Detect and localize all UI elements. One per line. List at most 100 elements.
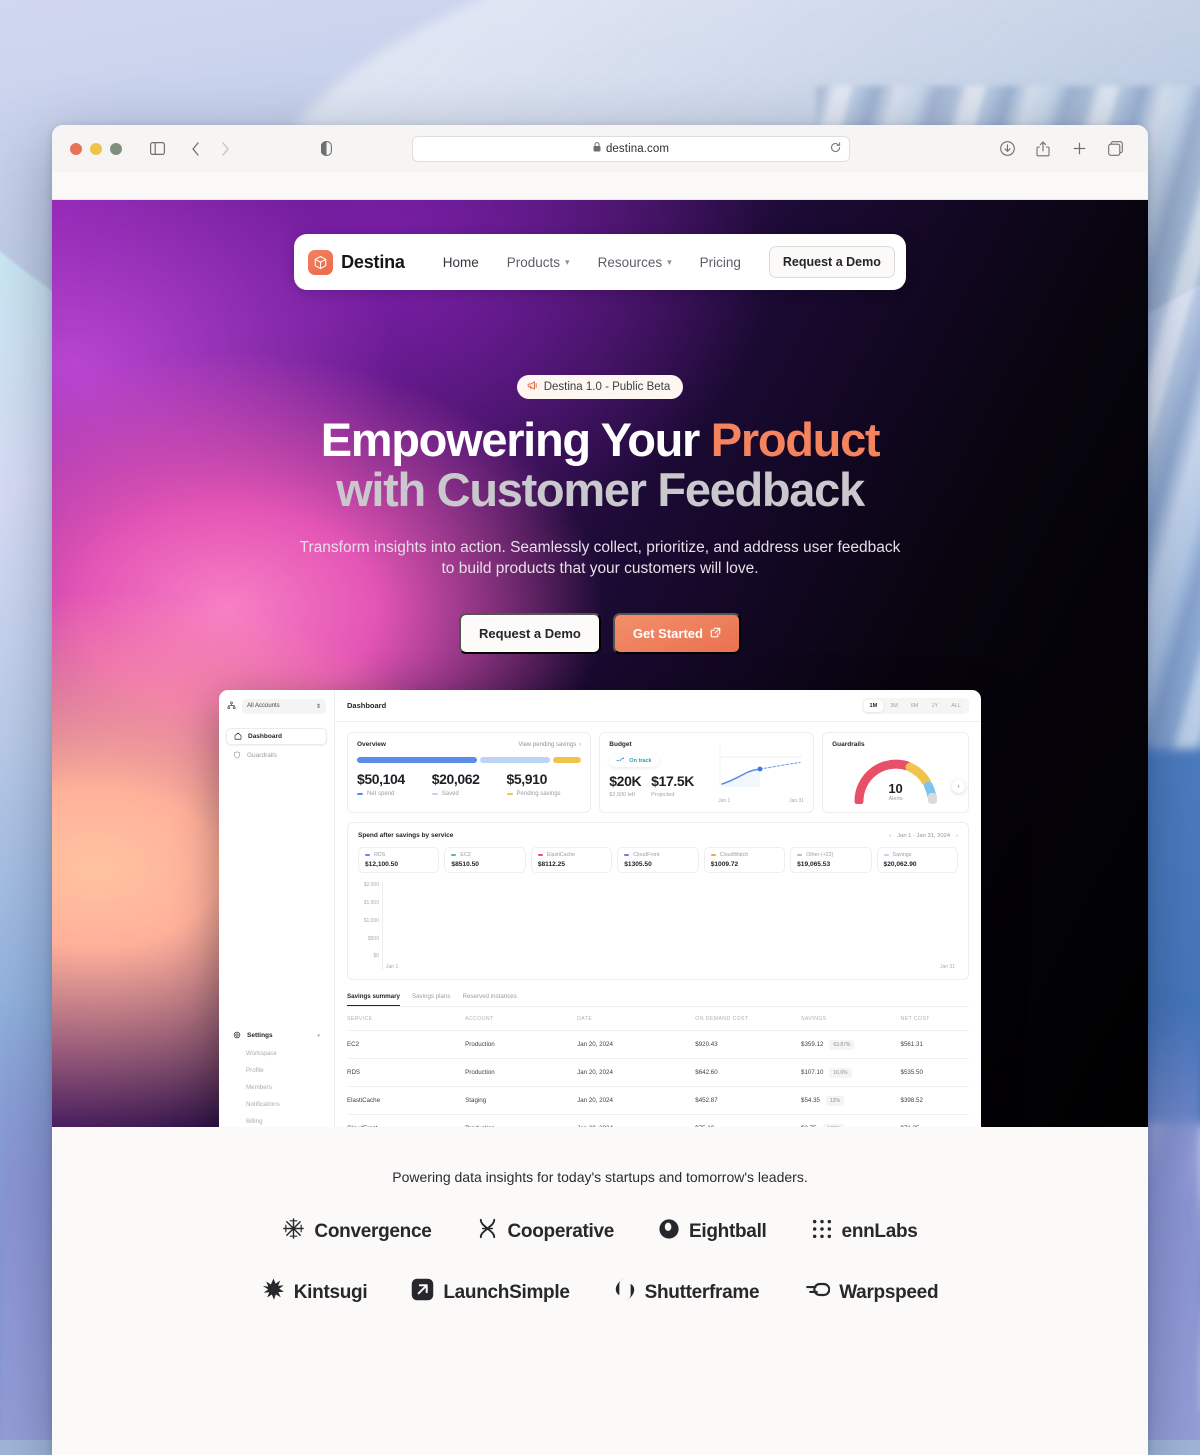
close-window-button[interactable]	[70, 142, 82, 155]
logo-kintsugi[interactable]: Kintsugi	[262, 1278, 368, 1307]
guardrails-value-block: 10 Alerts	[888, 781, 902, 804]
nav-request-demo-button[interactable]: Request a Demo	[768, 246, 895, 278]
nav-link-home-label: Home	[442, 254, 479, 270]
nav-link-home[interactable]: Home	[429, 255, 493, 270]
minimize-window-button[interactable]	[90, 142, 102, 155]
legend-swatch-other	[797, 854, 803, 857]
dashboard-topbar: Dashboard 1M 3M 6M 1Y ALL	[335, 690, 981, 723]
tab-overview-icon[interactable]	[1100, 135, 1130, 163]
cell-savings: $107.10 16.6%	[801, 1058, 901, 1087]
guardrails-next-button[interactable]: ›	[952, 780, 965, 794]
range-3m[interactable]: 3M	[884, 700, 904, 712]
budget-x-end: Jan 31	[789, 798, 805, 805]
table-row[interactable]: CloudFrontProductionJan 20, 2024$75.10$3…	[347, 1114, 969, 1127]
logo-row-2: Kintsugi LaunchSimple Shutterframe Warps…	[52, 1278, 1148, 1307]
chevron-right-icon[interactable]: ›	[956, 833, 958, 839]
table-row[interactable]: EC2 Production Jan 20, 2024 $920.43 $359.12 6…	[347, 1030, 969, 1059]
logo-ennlabs[interactable]: ennLabs	[811, 1218, 918, 1246]
window-controls[interactable]	[70, 142, 122, 155]
legend-chip-elasticache[interactable]: ElastiCache $8112.25	[530, 847, 613, 874]
sidebar-item-guardrails[interactable]: Guardrails	[226, 747, 327, 764]
logo-eightball[interactable]: Eightball	[658, 1218, 767, 1246]
legend-chip-savings[interactable]: Savings $20,062.90	[876, 847, 958, 874]
cell-on-demand-cost: $75.10	[695, 1114, 802, 1127]
reader-view-icon[interactable]	[311, 135, 341, 163]
view-pending-savings-link[interactable]: View pending savings ›	[518, 742, 581, 748]
sidebar-item-settings[interactable]: Settings ▾	[226, 1027, 327, 1044]
legend-chip-ec2[interactable]: EC2 $8510.50	[444, 847, 526, 874]
nav-link-pricing-label: Pricing	[699, 254, 741, 270]
time-range-selector[interactable]: 1M 3M 6M 1Y ALL	[861, 697, 969, 714]
legend-chip-other[interactable]: Other (+22) $19,065.53	[790, 847, 872, 874]
range-1m[interactable]: 1M	[863, 699, 884, 712]
sidebar-subitem-workspace[interactable]: Workspace	[226, 1045, 327, 1061]
nav-links: Home Products ▾ Resources ▾ Pricing	[429, 255, 755, 270]
nav-link-resources[interactable]: Resources ▾	[584, 255, 686, 270]
tab-savings-plans[interactable]: Savings plans	[412, 993, 451, 1006]
nav-link-pricing[interactable]: Pricing	[686, 255, 755, 270]
sidebar-item-dashboard[interactable]: Dashboard	[226, 728, 327, 746]
cell-on-demand-cost: $452.87	[695, 1086, 802, 1115]
browser-toolbar: destina.com	[52, 125, 1148, 172]
logo-warpspeed[interactable]: Warpspeed	[803, 1281, 939, 1304]
range-1y[interactable]: 1Y	[925, 700, 944, 712]
legend-chip-cloudwatch[interactable]: CloudWatch $1009.72	[703, 847, 786, 874]
legend-chip-rds[interactable]: RDS $12,100.50	[358, 847, 440, 874]
reload-icon[interactable]	[830, 141, 841, 156]
trend-line-icon	[616, 757, 625, 764]
range-all[interactable]: ALL	[945, 700, 967, 712]
logo-convergence[interactable]: Convergence	[282, 1217, 432, 1246]
overview-metrics: $50,104 Net spend $20,062 Saved $5,910 P…	[357, 771, 581, 797]
brand-logo[interactable]: Destina	[308, 249, 405, 275]
chevron-left-icon[interactable]: ‹	[889, 833, 891, 839]
cell-account: Production	[465, 1058, 578, 1087]
sidebar-toggle-icon[interactable]	[142, 135, 172, 163]
legend-chip-rds-top: RDS	[365, 852, 432, 858]
cell-date: Jan 20, 2024	[577, 1030, 696, 1059]
back-arrow-icon[interactable]	[180, 135, 210, 163]
sidebar-subitem-members[interactable]: Members	[226, 1079, 327, 1095]
eightball-circle-icon	[658, 1218, 680, 1246]
spend-chart-card: Spend after savings by service ‹ Jan 1 -…	[347, 822, 969, 981]
navigation-arrows[interactable]	[180, 135, 240, 163]
request-demo-button[interactable]: Request a Demo	[459, 613, 601, 655]
hero-cta-row: Request a Demo Get Started	[52, 613, 1148, 655]
account-selector-label: All Accounts	[247, 703, 280, 710]
zoom-window-button[interactable]	[110, 142, 122, 155]
forward-arrow-icon[interactable]	[210, 135, 240, 163]
account-selector[interactable]: All Accounts ⇕	[242, 698, 326, 714]
warp-link-icon	[803, 1281, 831, 1304]
guardrails-card: Guardrails 10 Alerts ›	[822, 732, 969, 814]
table-row[interactable]: ElastiCache Staging Jan 20, 2024 $452.87 $54…	[347, 1086, 969, 1115]
legend-swatch-pending	[506, 793, 513, 796]
budget-secondary-value: $17.5K	[651, 773, 694, 790]
plus-icon[interactable]	[1064, 135, 1094, 163]
cell-net-cost: $398.52	[900, 1086, 969, 1115]
download-icon[interactable]	[992, 135, 1022, 163]
legend-chip-cloudfront[interactable]: CloudFront $1305.50	[617, 847, 699, 874]
guardrails-unit: Alerts	[888, 796, 903, 803]
metric-net-spend: $50,104 Net spend	[357, 771, 432, 797]
range-6m[interactable]: 6M	[905, 700, 925, 712]
legend-swatch-net-spend	[357, 793, 363, 796]
logo-shutterframe[interactable]: Shutterframe	[614, 1278, 760, 1307]
dashboard-nav: Dashboard Guardrails	[219, 722, 334, 764]
guardrails-count: 10	[888, 781, 903, 797]
overview-header: Overview View pending savings ›	[357, 741, 581, 748]
dashboard-title: Dashboard	[347, 701, 387, 711]
get-started-button[interactable]: Get Started	[612, 613, 741, 655]
nav-link-products[interactable]: Products ▾	[493, 255, 584, 270]
sidebar-subitem-notifications[interactable]: Notifications	[226, 1096, 327, 1112]
logo-cooperative[interactable]: Cooperative	[476, 1217, 614, 1246]
release-badge[interactable]: Destina 1.0 - Public Beta	[516, 375, 684, 399]
table-row[interactable]: RDS Production Jan 20, 2024 $642.60 $107.10 1…	[347, 1058, 969, 1087]
address-bar[interactable]: destina.com	[412, 135, 850, 162]
logo-launchsimple[interactable]: LaunchSimple	[411, 1278, 570, 1307]
sidebar-subitem-profile[interactable]: Profile	[226, 1062, 327, 1078]
legend-swatch-cloudfront	[624, 854, 630, 857]
tab-reserved-instances[interactable]: Reserved instances	[463, 993, 517, 1006]
tab-savings-summary[interactable]: Savings summary	[347, 993, 400, 1007]
cube-logo-icon	[308, 249, 334, 275]
sidebar-subitem-billing[interactable]: Billing	[226, 1113, 327, 1127]
share-icon[interactable]	[1028, 135, 1058, 163]
